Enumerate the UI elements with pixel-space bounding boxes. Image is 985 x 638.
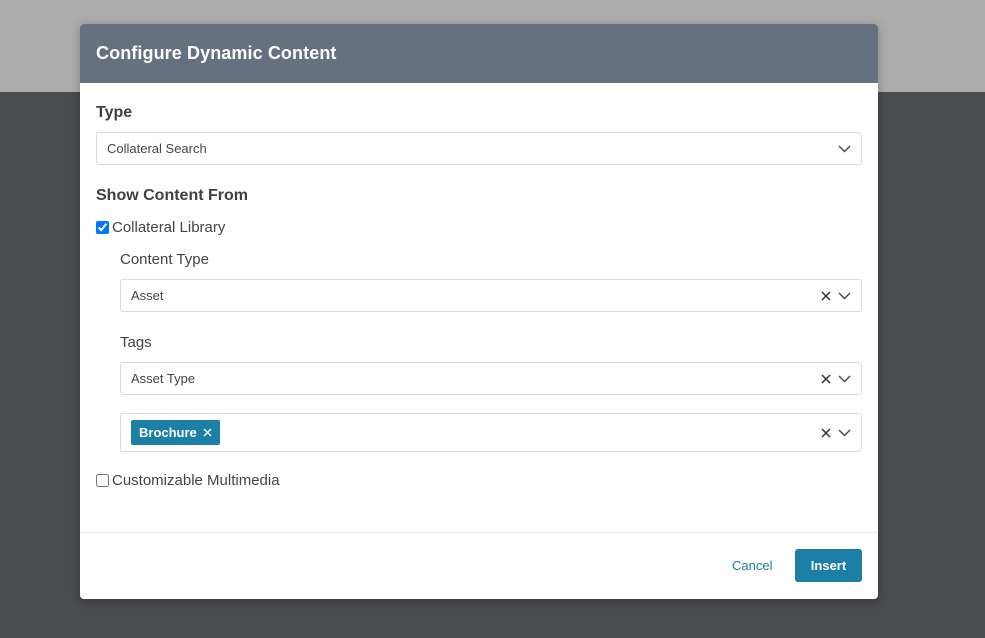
- content-type-select[interactable]: Asset: [120, 279, 862, 312]
- configure-dynamic-content-dialog: Configure Dynamic Content Type Collatera…: [80, 24, 878, 599]
- dialog-title: Configure Dynamic Content: [96, 43, 337, 63]
- content-type-label: Content Type: [120, 251, 209, 268]
- chevron-down-icon[interactable]: [837, 426, 851, 440]
- chevron-down-icon[interactable]: [837, 372, 851, 386]
- cancel-button[interactable]: Cancel: [732, 558, 772, 573]
- close-icon[interactable]: [819, 289, 833, 303]
- type-label: Type: [96, 104, 133, 121]
- type-select-value: Collateral Search: [107, 141, 207, 156]
- type-select[interactable]: Collateral Search: [96, 132, 862, 165]
- tags-select[interactable]: Asset Type: [120, 362, 862, 395]
- collateral-library-checkbox[interactable]: [96, 221, 109, 234]
- customizable-multimedia-checkbox[interactable]: [96, 474, 109, 487]
- tags-label: Tags: [120, 334, 152, 351]
- tag-chip-label: Brochure: [139, 425, 197, 440]
- close-icon[interactable]: [819, 372, 833, 386]
- collateral-library-option[interactable]: Collateral Library: [96, 219, 225, 236]
- tag-values-multiselect[interactable]: Brochure: [120, 413, 862, 452]
- content-type-select-value: Asset: [131, 288, 164, 303]
- chevron-down-icon[interactable]: [837, 142, 851, 156]
- customizable-multimedia-option[interactable]: Customizable Multimedia: [96, 472, 280, 489]
- close-icon[interactable]: [203, 428, 212, 437]
- close-icon[interactable]: [819, 426, 833, 440]
- customizable-multimedia-label: Customizable Multimedia: [112, 472, 280, 489]
- tags-select-value: Asset Type: [131, 371, 196, 386]
- collateral-library-label: Collateral Library: [112, 219, 226, 236]
- footer-divider: [80, 532, 878, 533]
- chevron-down-icon[interactable]: [837, 289, 851, 303]
- tag-chip-brochure: Brochure: [131, 420, 220, 445]
- insert-button[interactable]: Insert: [795, 549, 862, 582]
- show-content-from-label: Show Content From: [96, 187, 248, 204]
- dialog-header: Configure Dynamic Content: [80, 24, 878, 83]
